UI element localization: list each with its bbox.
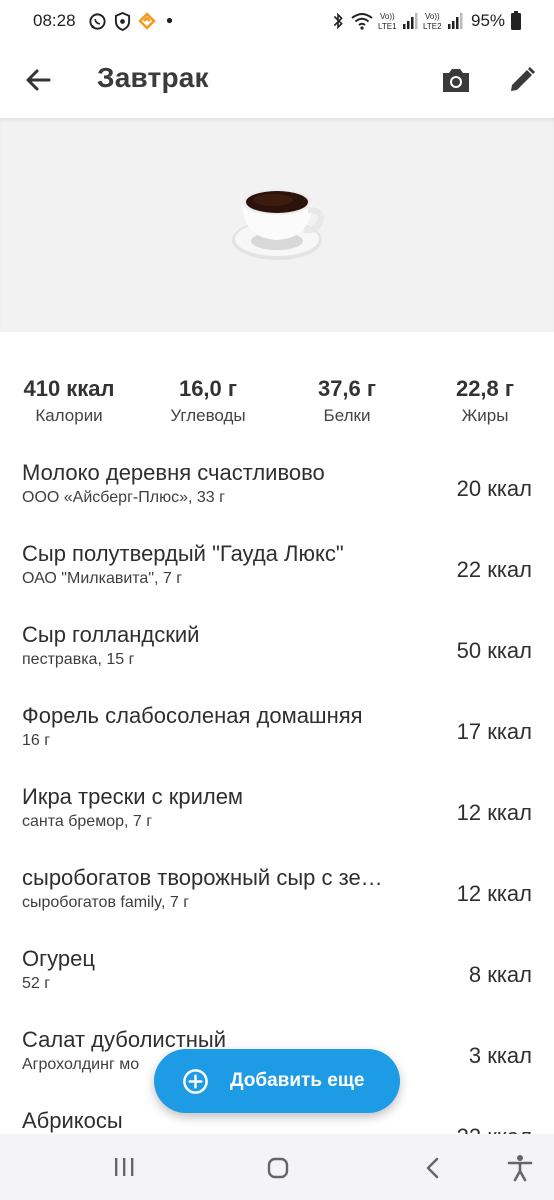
food-name: Форель слабосоленая домашняя	[22, 703, 363, 728]
calories-value: 410 ккал	[23, 376, 115, 401]
food-details: пестравка, 15 г	[22, 651, 135, 668]
back-arrow-icon[interactable]	[22, 64, 54, 96]
food-details: Агрохолдинг мо	[22, 1056, 140, 1073]
fat-summary: 22,8 г Жиры	[415, 376, 554, 426]
dot-icon	[166, 17, 173, 24]
calories-summary: 410 ккал Калории	[0, 376, 139, 426]
food-calories: 17 ккал	[456, 719, 532, 744]
app-notification-icon	[138, 12, 156, 30]
home-icon[interactable]	[266, 1156, 290, 1180]
add-circle-icon	[183, 1069, 208, 1094]
svg-text:LTE2: LTE2	[423, 22, 442, 31]
svg-text:Vo)): Vo))	[425, 12, 440, 21]
food-name: Сыр голландский	[22, 622, 200, 647]
food-item[interactable]: Молоко деревня счастливово ООО «Айсберг-…	[0, 448, 554, 529]
shield-icon	[114, 12, 131, 31]
food-calories: 20 ккал	[456, 476, 532, 501]
food-item[interactable]: Огурец 52 г 8 ккал	[0, 934, 554, 1015]
food-details: 52 г	[22, 975, 51, 992]
status-time: 08:28	[33, 11, 76, 30]
fat-value: 22,8 г	[455, 376, 515, 401]
food-name: сыробогатов творожный сыр с зе…	[22, 865, 383, 890]
protein-label: Белки	[323, 406, 371, 425]
food-details: 16 г	[22, 732, 51, 749]
food-details: санта бремор, 7 г	[22, 813, 153, 830]
page-title: Завтрак	[97, 62, 209, 93]
camera-icon[interactable]	[440, 65, 472, 95]
food-item[interactable]: Сыр голландский пестравка, 15 г 50 ккал	[0, 610, 554, 691]
food-calories: 8 ккал	[468, 962, 532, 987]
svg-text:Vo)): Vo))	[380, 12, 395, 21]
volte-lte2-icon: Vo)) LTE2	[423, 12, 442, 31]
wifi-icon	[351, 13, 373, 30]
meal-image-area[interactable]	[0, 118, 554, 332]
food-details: ОАО "Милкавита", 7 г	[22, 570, 183, 587]
food-name: Сыр полутвердый "Гауда Люкс"	[22, 541, 344, 566]
food-calories: 50 ккал	[456, 638, 532, 663]
battery-percent: 95%	[471, 11, 506, 30]
add-more-label: Добавить еще	[230, 1070, 365, 1091]
food-calories: 12 ккал	[456, 800, 532, 825]
food-details: ООО «Айсберг-Плюс», 33 г	[22, 489, 225, 506]
carbs-value: 16,0 г	[178, 376, 238, 401]
status-bar: 08:28 Vo)) LTE1 Vo)) LTE2 95%	[0, 0, 554, 42]
bluetooth-icon	[333, 12, 343, 30]
food-calories: 12 ккал	[456, 881, 532, 906]
signal-icon	[403, 13, 418, 29]
protein-summary: 37,6 г Белки	[277, 376, 417, 426]
food-name: Абрикосы	[22, 1108, 123, 1133]
food-item[interactable]: Икра трески с крилем санта бремор, 7 г 1…	[0, 772, 554, 853]
carbs-label: Углеводы	[170, 406, 246, 425]
volte-lte1-icon: Vo)) LTE1	[378, 12, 397, 31]
food-name: Молоко деревня счастливово	[22, 460, 325, 485]
calories-label: Калории	[35, 406, 103, 425]
food-item[interactable]: Форель слабосоленая домашняя 16 г 17 кка…	[0, 691, 554, 772]
accessibility-icon[interactable]	[507, 1154, 533, 1182]
add-more-button[interactable]: Добавить еще	[154, 1049, 400, 1113]
svg-text:LTE1: LTE1	[378, 22, 397, 31]
recent-apps-icon[interactable]	[112, 1156, 136, 1178]
food-name: Икра трески с крилем	[22, 784, 244, 809]
app-bar: Завтрак	[0, 42, 554, 118]
battery-icon	[511, 11, 521, 30]
protein-value: 37,6 г	[317, 376, 377, 401]
food-name: Огурец	[22, 946, 95, 971]
back-icon[interactable]	[423, 1156, 443, 1180]
food-calories: 3 ккал	[468, 1043, 532, 1068]
food-item[interactable]: Сыр полутвердый "Гауда Люкс" ОАО "Милкав…	[0, 529, 554, 610]
edit-pencil-icon[interactable]	[506, 64, 538, 96]
food-calories: 22 ккал	[456, 557, 532, 582]
coffee-cup-icon	[232, 189, 324, 260]
system-nav-bar	[0, 1134, 554, 1200]
carbs-summary: 16,0 г Углеводы	[138, 376, 278, 426]
food-item[interactable]: сыробогатов творожный сыр с зе… сыробога…	[0, 853, 554, 934]
whatsapp-icon	[89, 13, 106, 30]
fat-label: Жиры	[461, 406, 509, 425]
nutrient-summary: 410 ккал Калории 16,0 г Углеводы 37,6 г …	[0, 332, 554, 432]
food-details: сыробогатов family, 7 г	[22, 894, 190, 911]
signal-icon	[448, 13, 463, 29]
